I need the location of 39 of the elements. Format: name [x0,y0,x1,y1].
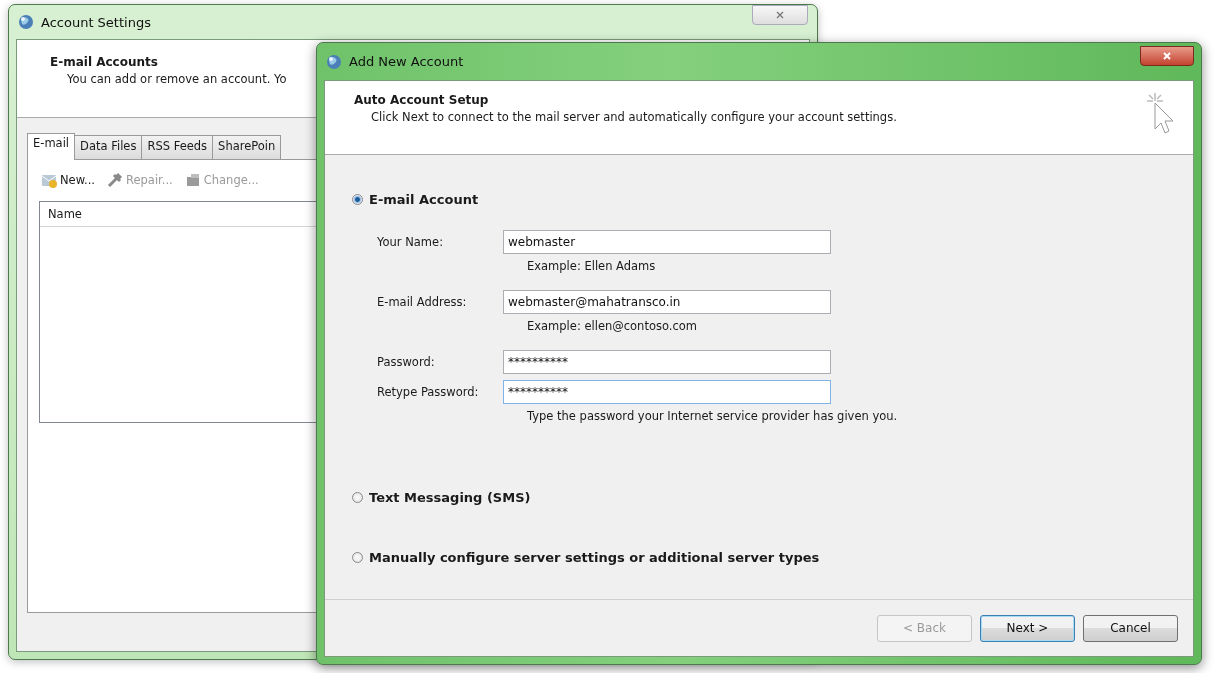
close-button[interactable] [1140,46,1194,66]
radio-button[interactable] [352,551,363,563]
window-title: Account Settings [41,14,151,30]
field-label: Retype Password: [377,385,480,399]
envelope-icon [41,172,57,188]
header-description: You can add or remove an account. Yo [67,72,287,86]
tab[interactable]: SharePoin [212,135,282,159]
input-field[interactable]: webmaster@mahatransco.in [503,290,831,314]
field-label: Password: [377,355,436,369]
card-icon [184,172,201,188]
dialog-title: Add New Account [349,54,464,69]
input-field[interactable]: ********** [503,350,831,374]
input-field[interactable]: webmaster [503,230,831,254]
hint-text: Example: Ellen Adams [527,259,656,273]
option-label[interactable]: Manually configure server settings or additional server types [369,549,820,565]
option-label[interactable]: E-mail Account [369,191,479,207]
option-label[interactable]: Text Messaging (SMS) [369,489,531,505]
globe-icon [18,14,34,30]
toolbar-button[interactable]: New... [39,172,97,188]
dialog-button[interactable]: Cancel [1083,614,1178,642]
header-title: E-mail Accounts [50,55,158,69]
header-title: Auto Account Setup [354,93,489,107]
radio-button[interactable] [352,491,363,503]
radio-button[interactable] [352,193,363,205]
dialog-button[interactable]: Next > [980,614,1075,642]
field-label: Your Name: [377,235,444,249]
tab[interactable]: RSS Feeds [141,135,214,159]
tab[interactable]: E-mail [27,133,76,160]
tools-icon [107,172,123,188]
hint-text: Type the password your Internet service provider has given you. [527,409,898,423]
header-description: Click Next to connect to the mail server and automatically configure your account settings. [371,110,897,124]
close-icon [775,10,785,20]
input-field[interactable]: ********** [503,380,831,404]
column-header[interactable]: Name [40,207,82,221]
hint-text: Example: ellen@contoso.com [527,319,697,333]
close-icon [1162,51,1172,61]
globe-icon [326,53,342,70]
field-label: E-mail Address: [377,295,468,309]
tab[interactable]: Data Files [74,135,143,159]
